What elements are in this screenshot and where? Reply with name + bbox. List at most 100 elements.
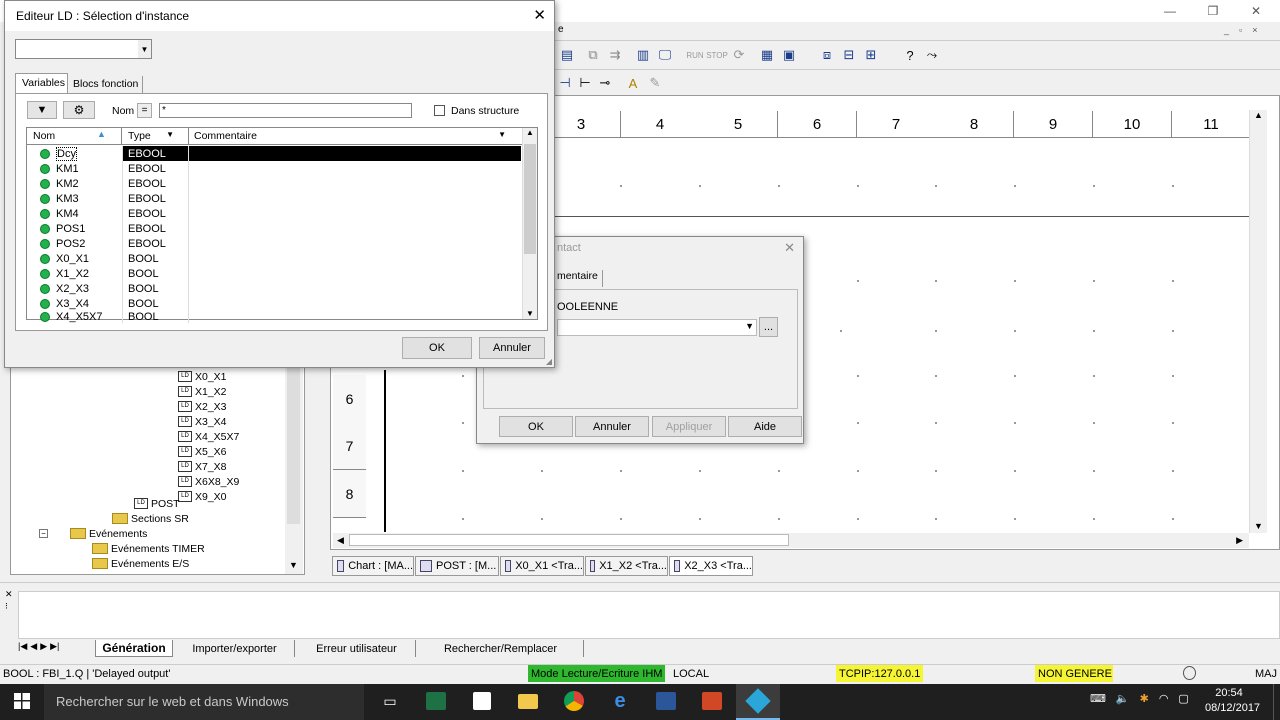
contact-browse-button[interactable]: ... <box>759 317 778 337</box>
ld-text-icon[interactable]: A <box>623 73 643 93</box>
instance-cancel-button[interactable]: Annuler <box>479 337 545 359</box>
table-row[interactable]: X0_X1 BOOL <box>28 251 521 266</box>
contact-variable-select[interactable]: ▼ <box>557 319 757 336</box>
contact-chevron-down-icon[interactable]: ▼ <box>745 321 754 331</box>
table-row[interactable]: KM3 EBOOL <box>28 191 521 206</box>
editor-tab[interactable]: POST : [M... <box>415 556 499 576</box>
instance-scope-select[interactable]: ▼ <box>15 39 152 59</box>
tree-item[interactable]: LD X3_X4 <box>178 414 227 429</box>
nav-first-icon[interactable]: |◀ <box>18 641 27 655</box>
tree-item[interactable]: Evénements TIMER <box>92 541 205 556</box>
tree-item[interactable]: LD X2_X3 <box>178 399 227 414</box>
output-close-icon[interactable]: ✕ <box>5 589 13 600</box>
output-pin-icon[interactable]: ⁝ <box>5 601 8 612</box>
minimize-button[interactable]: — <box>1150 0 1190 22</box>
editor-tab[interactable]: X1_X2 <Tra... <box>585 556 668 576</box>
stop-icon[interactable]: STOP <box>706 45 728 65</box>
table-row[interactable]: Dcy EBOOL <box>28 146 521 161</box>
tree-vscroll[interactable]: ▼ <box>285 366 303 574</box>
header-type[interactable]: Type ▼ <box>123 128 189 145</box>
grid-scroll-up-icon[interactable]: ▲ <box>526 128 534 137</box>
output-tab[interactable]: Erreur utilisateur <box>298 640 416 657</box>
ld-hscroll-left-icon[interactable]: ◀ <box>337 535 344 546</box>
scope-chevron-down-icon[interactable]: ▼ <box>138 40 151 58</box>
tree-item[interactable]: LD X1_X2 <box>178 384 227 399</box>
align-icon[interactable]: ⇉ <box>605 45 625 65</box>
restore-button[interactable]: ❐ <box>1193 0 1233 22</box>
header-comment[interactable]: Commentaire ▼ <box>190 128 522 145</box>
tree-scroll-down-icon[interactable]: ▼ <box>289 560 298 570</box>
ld-hscroll[interactable]: ◀ ▶ <box>333 533 1249 548</box>
wifi-icon[interactable]: ◠ <box>1159 692 1169 710</box>
editor-tab[interactable]: Chart : [MA... <box>332 556 414 576</box>
powerpoint-icon[interactable] <box>698 687 726 715</box>
ld-branch-icon[interactable]: ⊢ <box>575 73 595 93</box>
chrome-icon[interactable] <box>560 687 588 715</box>
nav-next-icon[interactable]: ▶ <box>40 641 47 655</box>
contact-apply-button[interactable]: Appliquer <box>652 416 726 437</box>
output-nav[interactable]: |◀ ◀ ▶ ▶| <box>18 641 88 655</box>
editor-tab[interactable]: X0_X1 <Tra... <box>500 556 584 576</box>
ld-vscroll-up-icon[interactable]: ▲ <box>1254 110 1263 120</box>
tree-item[interactable]: LD X4_X5X7 <box>178 429 239 444</box>
tree-item[interactable]: LD X6X8_X9 <box>178 474 239 489</box>
filter-button[interactable]: ▼ <box>27 101 57 119</box>
tree-collapse-icon[interactable]: − <box>39 529 48 538</box>
instance-close-icon[interactable]: ✕ <box>533 6 546 24</box>
output-tab[interactable]: Importer/exporter <box>175 640 295 657</box>
notification-icon[interactable]: ▢ <box>1178 692 1188 710</box>
network-icon[interactable]: ▦ <box>757 45 777 65</box>
tree-item[interactable]: LD POST <box>134 496 180 511</box>
tree-item[interactable]: Sections SR <box>112 511 189 526</box>
table-row[interactable]: KM2 EBOOL <box>28 176 521 191</box>
ld-comment-icon[interactable]: ✎ <box>645 73 665 93</box>
tree-item[interactable]: Evénements E/S <box>92 556 189 571</box>
tree-item[interactable]: LD X0_X1 <box>178 369 227 384</box>
print-icon[interactable]: ▤ <box>557 45 577 65</box>
edge-icon[interactable]: e <box>606 687 634 715</box>
show-desktop-button[interactable] <box>1273 684 1280 720</box>
instance-ok-button[interactable]: OK <box>402 337 472 359</box>
mdi-restore-icon[interactable]: ▫ <box>1239 25 1242 37</box>
config-icon[interactable]: ▣ <box>779 45 799 65</box>
vertical-icon[interactable]: ⊞ <box>861 45 881 65</box>
nav-last-icon[interactable]: ▶| <box>50 641 59 655</box>
tree-scroll-thumb[interactable] <box>287 368 300 524</box>
output-text-area[interactable] <box>18 591 1280 639</box>
table-row[interactable]: KM4 EBOOL <box>28 206 521 221</box>
grid-scroll-thumb[interactable] <box>524 144 536 254</box>
ld-hscroll-right-icon[interactable]: ▶ <box>1236 535 1243 546</box>
ld-coil-icon[interactable]: ⊸ <box>595 73 615 93</box>
contact-tab[interactable]: mentaire <box>557 270 603 287</box>
ld-vscroll[interactable]: ▲ ▼ <box>1249 110 1267 533</box>
start-button[interactable] <box>8 687 36 715</box>
contact-help-button[interactable]: Aide <box>728 416 802 437</box>
file-explorer-icon[interactable] <box>514 687 542 715</box>
output-tab[interactable]: Rechercher/Remplacer <box>418 640 584 657</box>
ld-contact-icon[interactable]: ⊣ <box>555 73 575 93</box>
excel-icon[interactable] <box>422 687 450 715</box>
tree-item[interactable]: Evénements <box>70 526 147 541</box>
task-view-icon[interactable]: ▭ <box>376 687 404 715</box>
nav-prev-icon[interactable]: ◀ <box>30 641 37 655</box>
monitor-icon[interactable]: 🖵 <box>655 45 675 65</box>
taskbar-search[interactable]: Rechercher sur le web et dans Windows <box>44 684 364 720</box>
table-row[interactable]: X4_X5X7 BOOL <box>28 311 521 323</box>
horizontal-icon[interactable]: ⊟ <box>839 45 859 65</box>
word-icon[interactable] <box>652 687 680 715</box>
filter-settings-button[interactable]: ⚙ <box>63 101 95 119</box>
ld-hscroll-thumb[interactable] <box>349 534 789 546</box>
table-row[interactable]: KM1 EBOOL <box>28 161 521 176</box>
refresh-icon[interactable]: ⟳ <box>729 45 749 65</box>
tree-item[interactable]: LD X5_X6 <box>178 444 227 459</box>
mdi-close-icon[interactable]: × <box>1252 25 1257 37</box>
grid-icon[interactable]: ▥ <box>633 45 653 65</box>
header-name[interactable]: Nom ▲ <box>27 128 122 145</box>
contact-cancel-button[interactable]: Annuler <box>575 416 649 437</box>
tree-item[interactable]: LD X9_X0 <box>178 489 227 504</box>
instance-tab-variables[interactable]: Variables <box>15 73 68 93</box>
filter-input[interactable] <box>159 103 412 118</box>
filter-op-button[interactable]: = <box>137 103 152 118</box>
mdi-minimize-icon[interactable]: _ <box>1224 25 1229 37</box>
contact-ok-button[interactable]: OK <box>499 416 573 437</box>
